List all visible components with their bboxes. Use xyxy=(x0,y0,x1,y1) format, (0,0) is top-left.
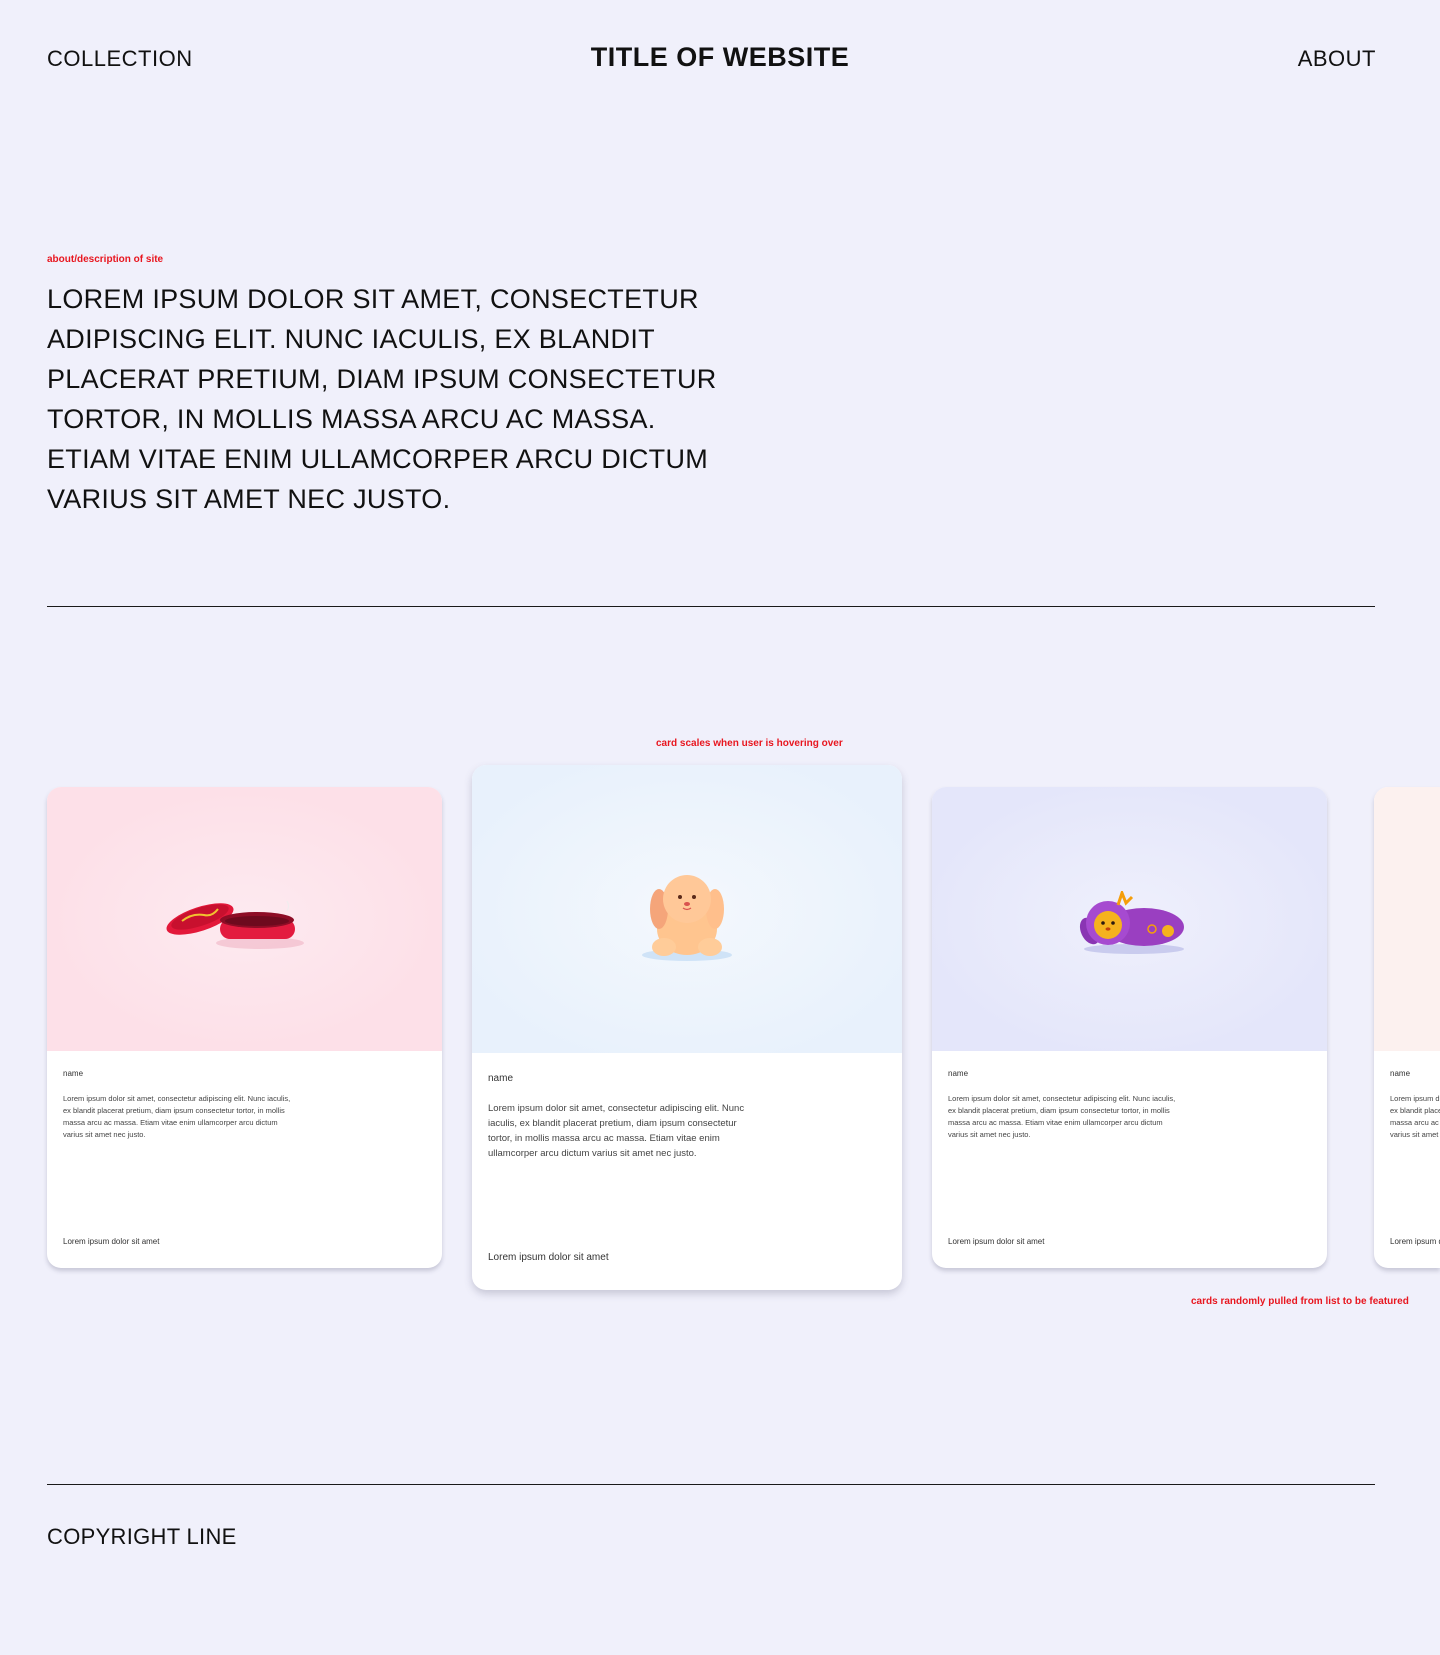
nav-about-link[interactable]: ABOUT xyxy=(1298,46,1376,72)
card-description: Lorem ipsum dolor sit amet, consectetur … xyxy=(1390,1094,1440,1139)
card-image xyxy=(47,787,442,1051)
red-tin-box-icon xyxy=(166,900,304,949)
card-name: name xyxy=(1390,1069,1411,1078)
card-description: Lorem ipsum dolor sit amet, consectetur … xyxy=(63,1094,291,1139)
featured-card[interactable]: name Lorem ipsum dolor sit amet, consect… xyxy=(47,787,442,1268)
copyright-text: COPYRIGHT LINE xyxy=(47,1524,237,1549)
site-title[interactable]: TITLE OF WEBSITE xyxy=(0,42,1440,73)
divider-bottom xyxy=(47,1484,1375,1485)
card-name: name xyxy=(63,1069,84,1078)
divider-top xyxy=(47,606,1375,607)
annotation-about: about/description of site xyxy=(47,254,164,265)
featured-card[interactable]: name Lorem ipsum dolor sit amet, consect… xyxy=(1374,787,1440,1268)
annotation-random: cards randomly pulled from list to be fe… xyxy=(1191,1296,1409,1307)
card-image xyxy=(932,787,1327,1051)
about-description: LOREM IPSUM DOLOR SIT AMET, CONSECTETUR … xyxy=(47,284,717,514)
featured-card-hovered[interactable]: name Lorem ipsum dolor sit amet, consect… xyxy=(472,765,902,1290)
card-name: name xyxy=(488,1073,514,1084)
annotation-hover: card scales when user is hovering over xyxy=(656,738,843,749)
card-footer-text: Lorem ipsum dolor sit amet xyxy=(948,1237,1045,1246)
plush-puppy-icon xyxy=(642,875,732,961)
card-description: Lorem ipsum dolor sit amet, consectetur … xyxy=(948,1094,1176,1139)
card-body: name Lorem ipsum dolor sit amet, consect… xyxy=(1374,1051,1440,1268)
card-description: Lorem ipsum dolor sit amet, consectetur … xyxy=(488,1103,745,1159)
card-footer-text: Lorem ipsum dolor sit amet xyxy=(63,1237,160,1246)
card-footer-text: Lorem ipsum dolor sit amet xyxy=(488,1252,609,1263)
card-footer-text: Lorem ipsum dolor sit amet xyxy=(1390,1237,1440,1246)
purple-plush-toy-icon xyxy=(1079,891,1184,954)
card-name: name xyxy=(948,1069,969,1078)
card-image xyxy=(1374,787,1440,1051)
featured-card[interactable]: name Lorem ipsum dolor sit amet, consect… xyxy=(932,787,1327,1268)
card-image xyxy=(472,765,902,1053)
